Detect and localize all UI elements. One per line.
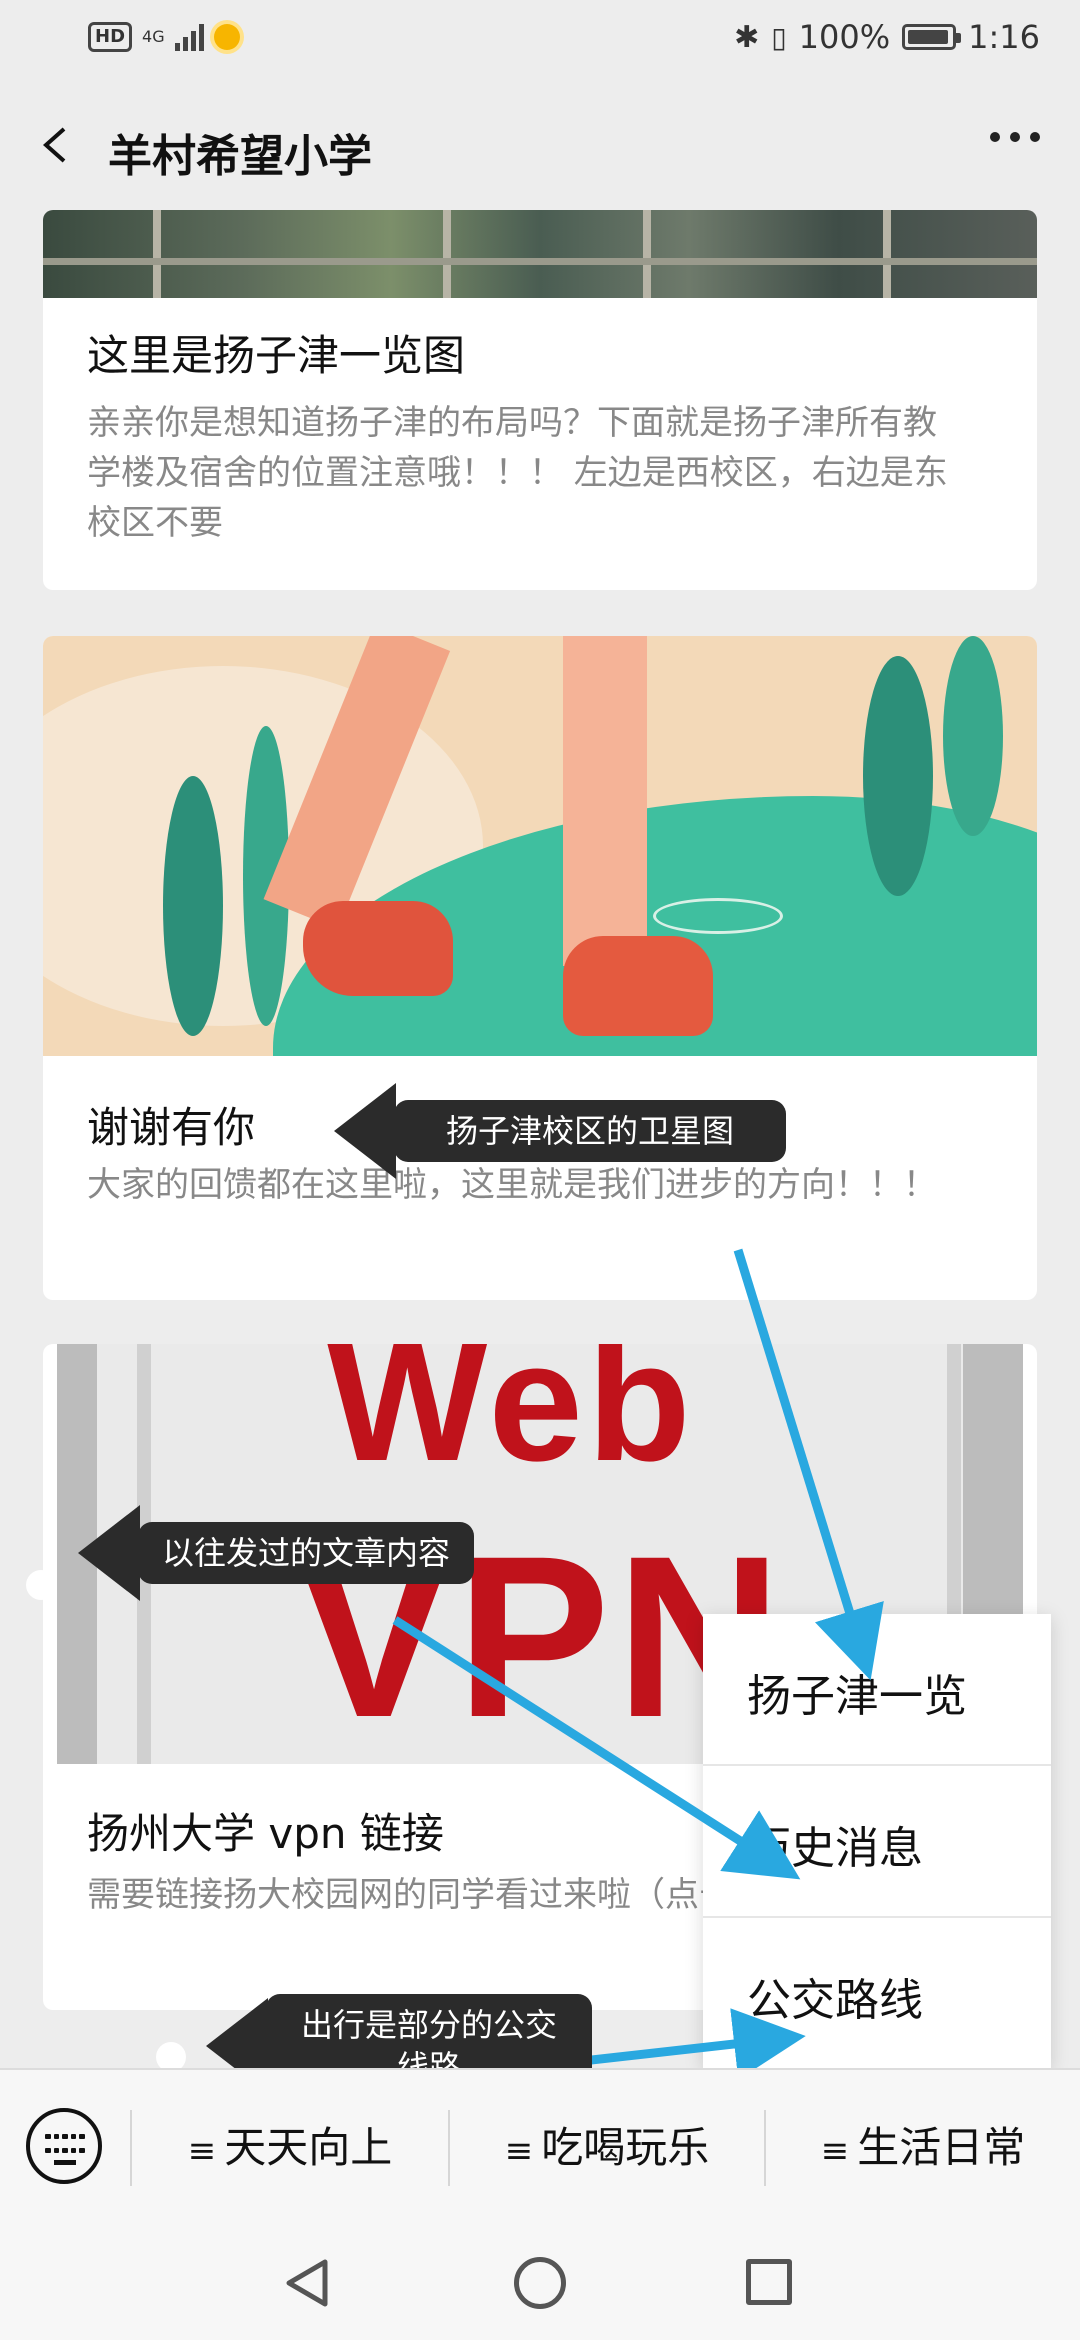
official-account-menu-bar: ≡ 天天向上 ≡ 吃喝玩乐 ≡ 生活日常 xyxy=(0,2068,1080,2224)
battery-fill xyxy=(908,30,949,44)
submenu-item-label: 历史消息 xyxy=(747,1823,923,1874)
system-nav-bar xyxy=(0,2224,1080,2340)
submenu-item-bus[interactable]: 公交路线 xyxy=(703,1918,1051,2070)
menu-tab-label: 生活日常 xyxy=(857,2123,1026,2172)
status-left: HD 4G xyxy=(88,22,240,52)
illustration-image[interactable] xyxy=(43,636,1037,1056)
nav-recents-icon[interactable] xyxy=(746,2259,792,2305)
article-card[interactable]: 谢谢有你 大家的回馈都在这里啦，这里就是我们进步的方向！！！ xyxy=(43,636,1037,1300)
hd-badge: HD xyxy=(88,22,133,52)
annotation-dot xyxy=(26,1570,56,1600)
menu-list-icon: ≡ xyxy=(820,2131,850,2171)
article-description: 亲亲你是想知道扬子津的布局吗？下面就是扬子津所有教学楼及宿舍的位置注意哦！！！ … xyxy=(87,403,948,543)
annotation-text: 扬子津校区的卫星图 xyxy=(445,1112,734,1150)
article-title[interactable]: 这里是扬子津一览图 xyxy=(87,322,465,383)
clock: 1:16 xyxy=(968,18,1040,56)
article-description: 大家的回馈都在这里啦，这里就是我们进步的方向！！！ xyxy=(87,1165,937,1205)
battery-icon xyxy=(902,24,962,50)
vpn-image-text-web: Web xyxy=(327,1344,695,1497)
menu-tab-label: 天天向上 xyxy=(224,2123,393,2172)
submenu-item-overview[interactable]: 扬子津一览 xyxy=(703,1614,1051,1766)
submenu-popup: 扬子津一览 历史消息 公交路线 xyxy=(703,1614,1051,2068)
nav-home-icon[interactable] xyxy=(514,2257,566,2309)
title-bar: 羊村希望小学 xyxy=(0,80,1080,210)
annotation-text: 以往发过的文章内容 xyxy=(161,1534,450,1572)
keyboard-icon[interactable] xyxy=(26,2108,102,2184)
menu-list-icon: ≡ xyxy=(187,2131,217,2171)
battery-percent: 100% xyxy=(798,18,891,56)
article-card[interactable]: 这里是扬子津一览图 亲亲你是想知道扬子津的布局吗？下面就是扬子津所有教学楼及宿舍… xyxy=(43,210,1037,590)
network-type: 4G xyxy=(142,27,165,46)
status-right: ✱ ▯ 100% 1:16 xyxy=(734,18,1040,56)
submenu-item-label: 公交路线 xyxy=(747,1975,923,2026)
annotation-tooltip: 扬子津校区的卫星图 xyxy=(394,1100,786,1162)
brightness-icon xyxy=(213,24,240,50)
back-chevron-icon[interactable] xyxy=(38,125,78,165)
menu-list-icon: ≡ xyxy=(504,2131,534,2171)
satellite-image[interactable] xyxy=(43,210,1037,298)
bluetooth-icon: ✱ xyxy=(734,19,760,55)
menu-tab-tiantian[interactable]: ≡ 天天向上 xyxy=(132,2110,448,2186)
page-title: 羊村希望小学 xyxy=(108,131,372,182)
submenu-item-history[interactable]: 历史消息 xyxy=(703,1766,1051,1918)
article-title[interactable]: 扬州大学 vpn 链接 xyxy=(87,1800,444,1861)
more-dots-icon[interactable] xyxy=(990,132,1040,142)
vibrate-icon: ▯ xyxy=(771,20,787,54)
article-title[interactable]: 谢谢有你 xyxy=(87,1094,255,1155)
signal-icon xyxy=(174,23,204,51)
status-bar: HD 4G ✱ ▯ 100% 1:16 xyxy=(0,0,1080,80)
annotation-tooltip: 以往发过的文章内容 xyxy=(138,1522,474,1584)
menu-tab-chihe[interactable]: ≡ 吃喝玩乐 xyxy=(450,2110,764,2186)
menu-tab-label: 吃喝玩乐 xyxy=(541,2123,710,2172)
menu-tab-shenghuo[interactable]: ≡ 生活日常 xyxy=(766,2110,1080,2186)
nav-back-icon[interactable] xyxy=(283,2258,333,2308)
submenu-item-label: 扬子津一览 xyxy=(747,1671,967,1722)
